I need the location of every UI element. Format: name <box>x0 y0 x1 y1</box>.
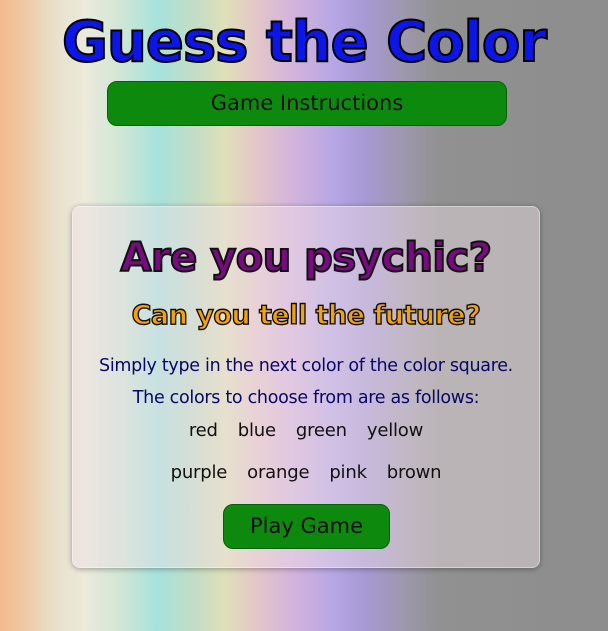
color-options-row-1: red blue green yellow <box>73 420 539 441</box>
color-options-row-2: purple orange pink brown <box>73 462 539 483</box>
card-heading: Are you psychic? <box>119 234 493 282</box>
color-option-orange: orange <box>247 462 310 483</box>
card-subheading: Can you tell the future? <box>131 299 482 331</box>
color-option-blue: blue <box>237 420 276 441</box>
page-title: Guess the Color <box>61 9 548 76</box>
instruction-text-1: Simply type in the next color of the col… <box>99 356 513 376</box>
play-game-button[interactable]: Play Game <box>223 504 390 549</box>
game-instructions-button[interactable]: Game Instructions <box>107 81 507 126</box>
color-option-red: red <box>188 420 218 441</box>
instruction-text-2: The colors to choose from are as follows… <box>132 388 480 408</box>
game-intro-card: Are you psychic? Can you tell the future… <box>72 206 540 568</box>
color-option-pink: pink <box>329 462 367 483</box>
color-option-purple: purple <box>170 462 228 483</box>
color-option-yellow: yellow <box>366 420 424 441</box>
color-option-green: green <box>295 420 347 441</box>
color-option-brown: brown <box>386 462 442 483</box>
